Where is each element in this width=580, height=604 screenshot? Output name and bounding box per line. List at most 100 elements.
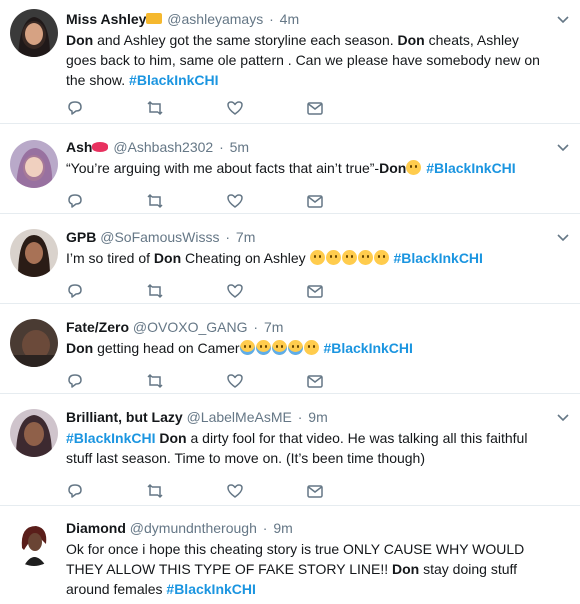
chevron-down-icon[interactable] [556,410,570,424]
confused-emoji [373,250,389,265]
monocle-emoji [406,160,422,175]
timestamp[interactable]: 7m [264,319,283,335]
tweet-actions [66,482,336,500]
chevron-down-icon[interactable] [556,230,570,244]
highlighted-term: Don [397,32,425,48]
direct-message-icon[interactable] [306,372,324,390]
hashtag-link[interactable]: #BlackInkCHI [426,160,515,176]
tweet-text: Don getting head on Camer #BlackInkCHI [66,338,550,358]
like-icon[interactable] [226,482,244,500]
tweet: Diamond @dymundntherough · 9m Ok for onc… [0,506,580,604]
separator-dot: · [297,409,303,425]
tweet: Fate/Zero @OVOXO_GANG · 7m Don getting h… [0,304,580,394]
avatar[interactable] [10,409,58,457]
tweet-actions [66,372,336,390]
reply-icon[interactable] [66,372,84,390]
handle[interactable]: @Ashbash2302 [113,139,213,155]
confused-emoji [309,250,325,265]
tweet: Miss Ashley @ashleyamays · 4m Don and As… [0,0,580,124]
hashtag-link[interactable]: #BlackInkCHI [393,250,482,266]
display-name[interactable]: Miss Ashley [66,11,146,27]
chevron-down-icon[interactable] [556,140,570,154]
retweet-icon[interactable] [146,99,164,117]
retweet-icon[interactable] [146,372,164,390]
avatar[interactable] [10,140,58,188]
timestamp[interactable]: 9m [308,409,327,425]
tweet-text: #BlackInkCHI Don a dirty fool for that v… [66,428,550,468]
avatar[interactable] [10,9,58,57]
display-name[interactable]: Brilliant, but Lazy [66,409,183,425]
hashtag-link[interactable]: #BlackInkCHI [323,340,412,356]
astonished-emoji [303,340,319,355]
display-name[interactable]: Diamond [66,520,126,536]
separator-dot: · [225,229,231,245]
like-icon[interactable] [226,372,244,390]
text-segment: and Ashley got the same storyline each s… [93,32,398,48]
avatar[interactable] [10,229,58,277]
tweet-actions [66,192,336,210]
hashtag-link[interactable]: #BlackInkCHI [129,72,218,88]
highlighted-term: Don [392,561,420,577]
reply-icon[interactable] [66,99,84,117]
direct-message-icon[interactable] [306,282,324,300]
highlighted-term: Don [66,32,94,48]
highlighted-term: Don [159,430,187,446]
tweet-text: I’m so tired of Don Cheating on Ashley #… [66,248,550,268]
display-name[interactable]: Fate/Zero [66,319,129,335]
like-icon[interactable] [226,282,244,300]
confused-emoji [357,250,373,265]
separator-dot: · [269,11,274,27]
retweet-icon[interactable] [146,282,164,300]
avatar[interactable] [10,319,58,367]
hashtag-link[interactable]: #BlackInkCHI [166,581,255,597]
tears-of-joy-emoji [271,340,287,355]
display-name[interactable]: Ash [66,139,92,155]
chevron-down-icon[interactable] [556,12,570,26]
tweet-actions [66,99,336,117]
like-icon[interactable] [226,192,244,210]
reply-icon[interactable] [66,282,84,300]
text-segment: I’m so tired of [66,250,154,266]
timestamp[interactable]: 7m [236,229,255,245]
tweet-text: “You’re arguing with me about facts that… [66,158,550,178]
tweet-text: Don and Ashley got the same storyline ea… [66,30,550,90]
retweet-icon[interactable] [146,192,164,210]
timestamp[interactable]: 9m [273,520,292,536]
tears-of-joy-emoji [255,340,271,355]
confused-emoji [341,250,357,265]
handle[interactable]: @ashleyamays [167,11,263,27]
text-segment: “You’re arguing with me about facts that… [66,160,380,176]
handle[interactable]: @dymundntherough [130,520,257,536]
lips-emoji [92,142,109,152]
tweet-actions [66,282,336,300]
direct-message-icon[interactable] [306,192,324,210]
direct-message-icon[interactable] [306,482,324,500]
timestamp[interactable]: 4m [280,11,299,27]
tweet: Brilliant, but Lazy @LabelMeAsME · 9m #B… [0,394,580,506]
avatar[interactable] [10,518,58,566]
handle[interactable]: @LabelMeAsME [187,409,292,425]
display-name[interactable]: GPB [66,229,96,245]
tweet: GPB @SoFamousWisss · 7m I’m so tired of … [0,214,580,304]
separator-dot: · [253,319,259,335]
separator-dot: · [262,520,268,536]
crown-emoji [146,13,163,24]
direct-message-icon[interactable] [306,99,324,117]
reply-icon[interactable] [66,482,84,500]
tweet-text: Ok for once i hope this cheating story i… [66,539,550,599]
tears-of-joy-emoji [287,340,303,355]
retweet-icon[interactable] [146,482,164,500]
highlighted-term: Don [66,340,94,356]
like-icon[interactable] [226,99,244,117]
confused-emoji [325,250,341,265]
text-segment: Cheating on Ashley [181,250,310,266]
highlighted-term: Don [379,160,407,176]
hashtag-link[interactable]: #BlackInkCHI [66,430,155,446]
reply-icon[interactable] [66,192,84,210]
text-segment: getting head on Camer [93,340,240,356]
tweet: Ash @Ashbash2302 · 5m “You’re arguing wi… [0,124,580,214]
timestamp[interactable]: 5m [230,139,249,155]
separator-dot: · [219,139,224,155]
handle[interactable]: @OVOXO_GANG [133,319,248,335]
handle[interactable]: @SoFamousWisss [100,229,219,245]
